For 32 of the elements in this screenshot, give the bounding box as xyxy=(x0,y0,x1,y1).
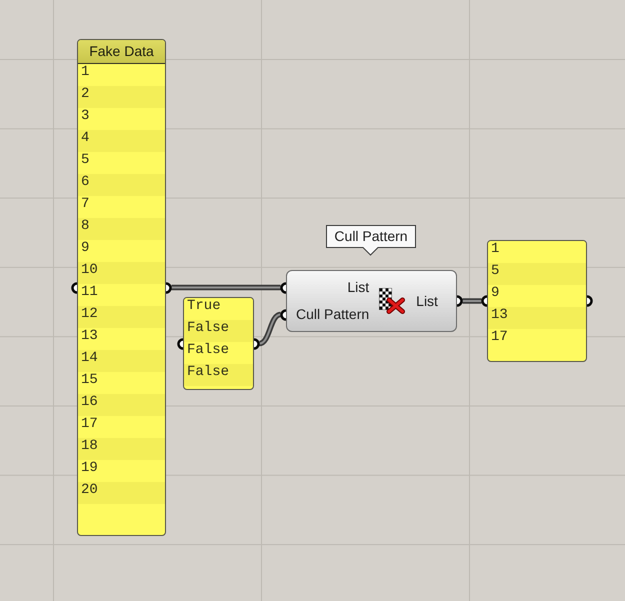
grip-icon[interactable] xyxy=(176,338,183,350)
panel-item: 4 xyxy=(78,130,165,152)
panel-item: 20 xyxy=(78,482,165,504)
panel-item: 2 xyxy=(78,86,165,108)
input-label: List xyxy=(347,279,370,296)
grip-icon[interactable] xyxy=(279,308,286,320)
panel-item: 18 xyxy=(78,438,165,460)
grip-icon[interactable] xyxy=(166,282,173,294)
panel-item: 5 xyxy=(488,263,586,285)
grip-icon[interactable] xyxy=(70,282,77,294)
panel-item: 8 xyxy=(78,218,165,240)
grip-icon[interactable] xyxy=(254,338,261,350)
grip-icon[interactable] xyxy=(587,295,594,307)
tooltip: Cull Pattern xyxy=(326,225,416,256)
wire xyxy=(258,312,282,346)
grip-icon[interactable] xyxy=(279,282,286,294)
output-label: List xyxy=(416,292,438,310)
panel-item: 10 xyxy=(78,262,165,284)
component-node[interactable]: List Cull Pattern List xyxy=(286,270,457,332)
grip-icon[interactable] xyxy=(457,295,464,307)
panel-item: 13 xyxy=(488,307,586,329)
panel-item: 16 xyxy=(78,394,165,416)
input-label: Cull Pattern xyxy=(296,306,370,323)
panel-item: 14 xyxy=(78,350,165,372)
panel-item: 12 xyxy=(78,306,165,328)
grip-icon[interactable] xyxy=(480,295,487,307)
panel-item: 6 xyxy=(78,174,165,196)
panel-title: Fake Data xyxy=(78,40,165,64)
wire xyxy=(462,298,482,304)
panel-item: False xyxy=(184,320,253,342)
panel-item: False xyxy=(184,364,253,386)
checker-cross-icon xyxy=(379,288,406,314)
